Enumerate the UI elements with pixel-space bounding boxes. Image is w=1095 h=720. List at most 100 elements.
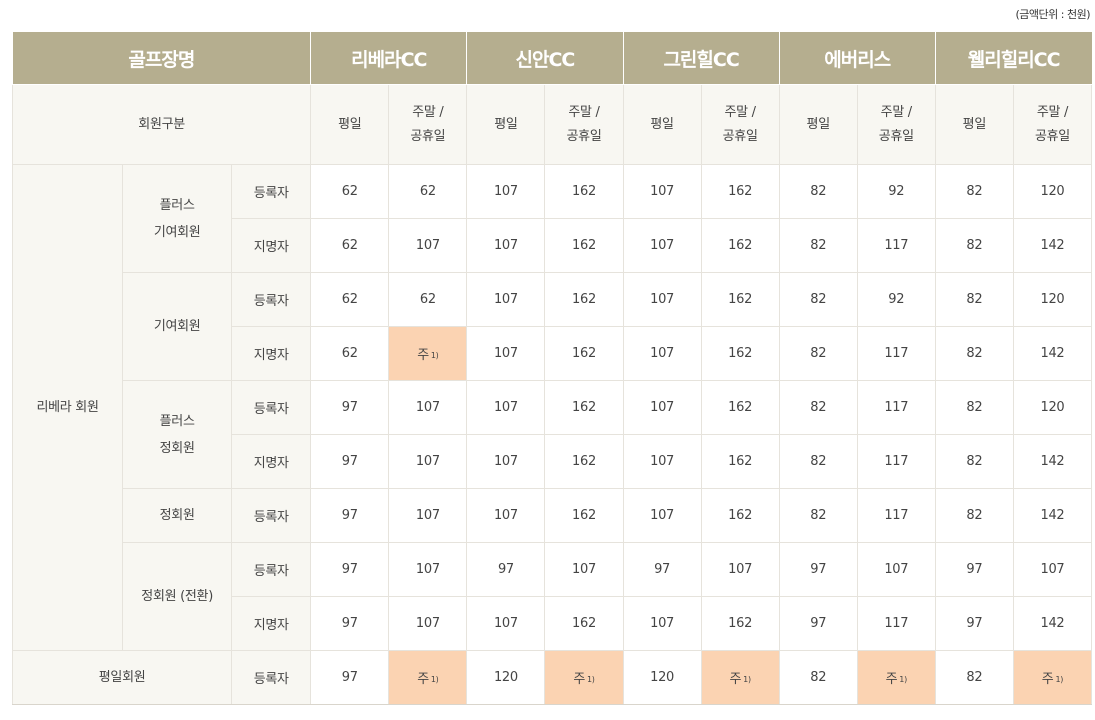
footnote-cell: 주 1) xyxy=(388,326,468,381)
registrant-type: 지명자 xyxy=(231,434,312,489)
fee-cell: 92 xyxy=(856,272,936,327)
table-row: 정회원 등록자 97 107 107 162 107 162 82 117 82 142 xyxy=(13,488,1093,543)
fee-cell: 107 xyxy=(622,218,702,273)
fee-cell: 107 xyxy=(466,326,546,381)
fee-cell: 97 xyxy=(310,434,390,489)
weekday-header: 평일 xyxy=(622,84,702,165)
fee-cell: 117 xyxy=(856,434,936,489)
fee-cell: 97 xyxy=(934,542,1014,597)
fee-cell: 162 xyxy=(700,434,780,489)
fee-cell: 97 xyxy=(778,542,858,597)
fee-cell: 162 xyxy=(544,596,624,651)
fee-cell: 62 xyxy=(310,164,390,219)
footnote-cell: 주 1) xyxy=(700,650,780,705)
fee-cell: 162 xyxy=(544,488,624,543)
weekend-header: 주말 / 공휴일 xyxy=(1012,84,1093,165)
registrant-type: 등록자 xyxy=(231,380,312,435)
weekend-header: 주말 / 공휴일 xyxy=(856,84,936,165)
fee-cell: 92 xyxy=(856,164,936,219)
fee-cell: 142 xyxy=(1012,488,1093,543)
fee-cell: 82 xyxy=(778,650,858,705)
course-header-greenhill: 그린힐CC xyxy=(622,32,780,85)
fee-cell: 82 xyxy=(778,380,858,435)
footnote-cell: 주 1) xyxy=(1012,650,1093,705)
fee-cell: 97 xyxy=(622,542,702,597)
fee-cell: 117 xyxy=(856,488,936,543)
fee-cell: 162 xyxy=(544,218,624,273)
fee-cell: 97 xyxy=(310,542,390,597)
fee-cell: 82 xyxy=(934,326,1014,381)
footnote-cell: 주 1) xyxy=(544,650,624,705)
fee-cell: 117 xyxy=(856,326,936,381)
weekend-header: 주말 / 공휴일 xyxy=(388,84,468,165)
fee-cell: 107 xyxy=(466,488,546,543)
fee-cell: 107 xyxy=(388,596,468,651)
fee-cell: 107 xyxy=(544,542,624,597)
fee-cell: 107 xyxy=(466,218,546,273)
fee-cell: 120 xyxy=(1012,380,1093,435)
fee-cell: 97 xyxy=(310,650,390,705)
fee-cell: 82 xyxy=(934,164,1014,219)
registrant-type: 지명자 xyxy=(231,218,312,273)
fee-cell: 62 xyxy=(310,272,390,327)
fee-cell: 62 xyxy=(388,164,468,219)
footnote-cell: 주 1) xyxy=(856,650,936,705)
fee-cell: 142 xyxy=(1012,326,1093,381)
fee-cell: 142 xyxy=(1012,218,1093,273)
fee-cell: 82 xyxy=(778,326,858,381)
fee-cell: 120 xyxy=(1012,164,1093,219)
course-header-shinan: 신안CC xyxy=(466,32,624,85)
registrant-type: 지명자 xyxy=(231,596,312,651)
fee-cell: 107 xyxy=(856,542,936,597)
fee-cell: 97 xyxy=(466,542,546,597)
course-name-header: 골프장명 xyxy=(12,32,312,85)
fee-cell: 162 xyxy=(544,326,624,381)
fee-cell: 97 xyxy=(934,596,1014,651)
fee-cell: 97 xyxy=(310,488,390,543)
course-header-wellihilli: 웰리힐리CC xyxy=(934,32,1092,85)
table-row: 리베라 회원 플러스 기여회원 등록자 62 62 107 162 107 162 82 92 8… xyxy=(11,164,1093,651)
fee-cell: 82 xyxy=(778,218,858,273)
weekday-header: 평일 xyxy=(778,84,858,165)
subgroup-regular: 정회원 xyxy=(122,488,233,543)
registrant-type: 등록자 xyxy=(231,164,312,219)
fee-cell: 107 xyxy=(622,488,702,543)
subgroup-regular-converted: 정회원 (전환) xyxy=(122,542,233,651)
registrant-type: 등록자 xyxy=(231,488,312,543)
fee-cell: 62 xyxy=(310,326,390,381)
course-header-everis: 에버리스 xyxy=(778,32,936,85)
fee-cell: 107 xyxy=(388,434,468,489)
fee-cell: 107 xyxy=(466,596,546,651)
fee-cell: 142 xyxy=(1012,434,1093,489)
table-row: 기여회원 등록자 62 62 107 162 107 162 82 92 82 120 xyxy=(13,272,1093,381)
fee-cell: 82 xyxy=(934,434,1014,489)
fee-cell: 162 xyxy=(700,488,780,543)
weekend-header: 주말 / 공휴일 xyxy=(544,84,624,165)
fee-cell: 162 xyxy=(544,434,624,489)
registrant-type: 등록자 xyxy=(231,272,312,327)
fee-cell: 120 xyxy=(466,650,546,705)
fee-cell: 82 xyxy=(934,218,1014,273)
fee-cell: 120 xyxy=(622,650,702,705)
member-type-header: 회원구분 xyxy=(11,84,312,165)
fee-cell: 107 xyxy=(1012,542,1093,597)
group-riviera-member: 리베라 회원 xyxy=(11,164,124,651)
fee-cell: 82 xyxy=(778,164,858,219)
fee-cell: 162 xyxy=(700,218,780,273)
fee-cell: 62 xyxy=(388,272,468,327)
subgroup-plus-regular: 플러스 정회원 xyxy=(122,380,233,489)
fee-cell: 162 xyxy=(700,272,780,327)
fee-cell: 82 xyxy=(934,650,1014,705)
footnote-cell: 주 1) xyxy=(388,650,468,705)
fee-cell: 162 xyxy=(700,596,780,651)
weekend-header: 주말 / 공휴일 xyxy=(700,84,780,165)
fee-cell: 62 xyxy=(310,218,390,273)
fee-cell: 82 xyxy=(934,380,1014,435)
weekday-header: 평일 xyxy=(310,84,390,165)
fee-cell: 142 xyxy=(1012,596,1093,651)
fee-cell: 82 xyxy=(778,488,858,543)
fee-cell: 82 xyxy=(778,272,858,327)
fee-cell: 107 xyxy=(466,272,546,327)
fee-cell: 97 xyxy=(310,380,390,435)
table-row: 정회원 (전환) 등록자 97 107 97 107 97 107 97 107 97 107 xyxy=(13,542,1093,651)
